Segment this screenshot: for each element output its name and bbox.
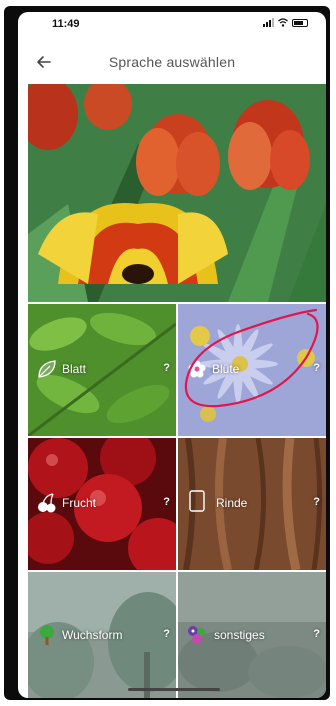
- home-indicator: [128, 688, 220, 691]
- leaf-icon: [38, 360, 56, 378]
- status-icons: [263, 18, 308, 27]
- help-icon[interactable]: ?: [313, 362, 320, 374]
- signal-icon: [263, 18, 274, 27]
- app-header: Sprache auswählen: [18, 40, 326, 84]
- help-icon[interactable]: ?: [163, 496, 170, 508]
- tree-icon: [40, 625, 54, 645]
- category-label: Wuchsform: [62, 628, 123, 642]
- page-title: Sprache auswählen: [108, 54, 236, 70]
- misc-icon: [188, 626, 205, 644]
- status-time: 11:49: [52, 18, 80, 30]
- help-icon[interactable]: ?: [163, 628, 170, 640]
- phone-screen: 11:49 Sprache auswählen Blatt ? Blüte ? …: [18, 12, 326, 698]
- category-tile-bluete[interactable]: Blüte ?: [178, 304, 326, 436]
- category-label: Frucht: [62, 496, 97, 510]
- help-icon[interactable]: ?: [313, 496, 320, 508]
- category-tile-rinde[interactable]: Rinde ?: [178, 438, 326, 570]
- category-label: sonstiges: [214, 628, 265, 642]
- cherry-icon: [38, 493, 56, 513]
- help-icon[interactable]: ?: [313, 628, 320, 640]
- category-grid: Blatt ? Blüte ? Frucht ? Rinde ? Wuchsfo…: [28, 304, 326, 698]
- category-tile-wuchsform[interactable]: Wuchsform ?: [28, 572, 176, 698]
- bark-icon: [189, 490, 205, 512]
- flower-icon: [188, 360, 206, 378]
- category-tile-frucht[interactable]: Frucht ?: [28, 438, 176, 570]
- category-label: Rinde: [216, 496, 248, 510]
- help-icon[interactable]: ?: [163, 362, 170, 374]
- status-bar: 11:49: [18, 12, 326, 40]
- category-tile-sonstiges[interactable]: sonstiges ?: [178, 572, 326, 698]
- battery-icon: [292, 18, 308, 27]
- category-label: Blüte: [212, 362, 240, 376]
- hero-image-tulips: [28, 84, 326, 302]
- category-label: Blatt: [62, 362, 87, 376]
- category-tile-blatt[interactable]: Blatt ?: [28, 304, 176, 436]
- wifi-icon: [278, 18, 288, 27]
